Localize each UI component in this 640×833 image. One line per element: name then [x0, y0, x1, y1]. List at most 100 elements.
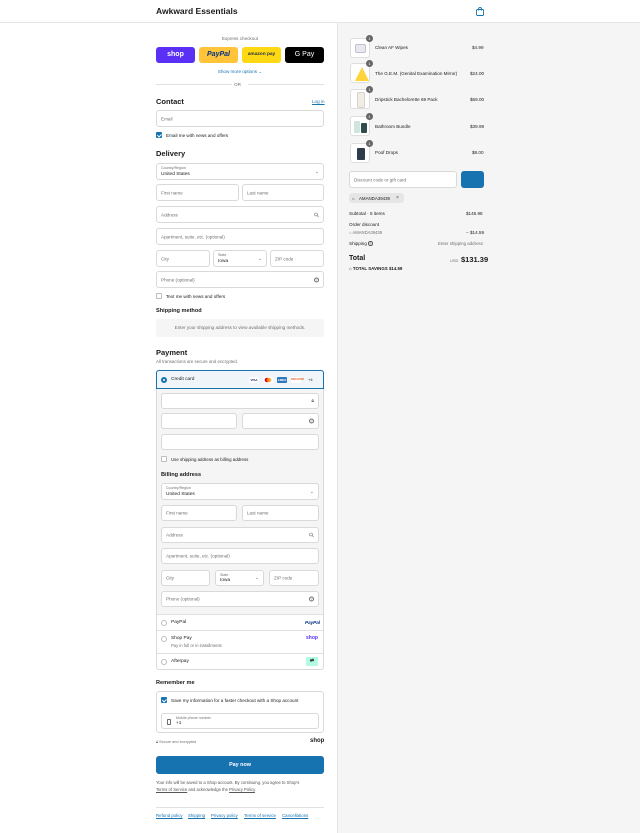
name-on-card-field[interactable]	[161, 434, 319, 450]
expiration-date-field[interactable]	[161, 413, 237, 429]
show-more-options-link[interactable]: Show more options ⌄	[156, 69, 324, 75]
city-field[interactable]: City	[156, 250, 210, 267]
header: Awkward Essentials	[0, 0, 640, 23]
privacy-policy-footer-link[interactable]: Privacy policy	[211, 813, 238, 818]
billing-city-field[interactable]: City	[161, 570, 210, 586]
billing-zip-field[interactable]: ZIP code	[269, 570, 319, 586]
city-placeholder: City	[161, 256, 169, 261]
discount-code-field[interactable]: Discount code or gift card	[349, 171, 457, 188]
state-select[interactable]: State Iowa ⌄	[213, 250, 267, 267]
billing-state-value: Iowa	[220, 578, 231, 583]
phone-icon	[167, 719, 171, 725]
item-price: $4.99	[472, 45, 484, 50]
shop-logo-icon: shop	[310, 738, 325, 744]
item-quantity-badge: 1	[366, 86, 373, 93]
mastercard-icon	[263, 377, 273, 383]
use-shipping-address-checkbox[interactable]	[161, 456, 167, 462]
help-icon[interactable]: ?	[309, 596, 314, 602]
item-quantity-badge: 1	[366, 35, 373, 42]
billing-phone-placeholder: Phone (optional)	[166, 596, 200, 602]
email-news-checkbox[interactable]	[156, 132, 162, 138]
shopping-bag-icon[interactable]	[476, 7, 484, 16]
remember-me-title: Remember me	[156, 680, 195, 686]
pay-now-button[interactable]: Pay now	[156, 756, 324, 774]
store-brand[interactable]: Awkward Essentials	[156, 6, 238, 16]
zip-field[interactable]: ZIP code	[270, 250, 324, 267]
mobile-phone-field[interactable]: Mobile phone number +1	[161, 713, 319, 729]
card-number-field[interactable]: 🔒︎	[161, 393, 319, 409]
terms-of-service-link[interactable]: Terms of Service	[156, 787, 187, 792]
chevron-down-icon: ⌄	[314, 168, 319, 175]
shipping-method-notice: Enter your shipping address to view avai…	[174, 325, 306, 330]
subtotal-label: Subtotal · 5 items	[349, 211, 385, 216]
chevron-down-icon: ⌄	[309, 488, 314, 495]
express-checkout-title: Express checkout	[221, 36, 259, 41]
billing-address-field[interactable]: Address	[161, 527, 319, 543]
refund-policy-link[interactable]: Refund policy	[156, 813, 183, 818]
applied-discount-tag: ⌂ AMANDA39439 ×	[349, 193, 404, 203]
legal-text-part2: and acknowledge the	[188, 786, 228, 792]
help-icon[interactable]: ?	[368, 241, 373, 246]
billing-zip-placeholder: ZIP code	[274, 575, 293, 581]
credit-card-radio[interactable]	[161, 376, 167, 383]
last-name-field[interactable]: Last name	[242, 184, 324, 201]
shop-pay-option[interactable]: Shop Pay Pay in full or in installments …	[157, 631, 323, 653]
discount-code-placeholder: Discount code or gift card	[354, 177, 407, 182]
amazon-pay-express-button[interactable]: amazon pay	[242, 47, 281, 63]
billing-phone-field[interactable]: Phone (optional) ?	[161, 591, 319, 607]
first-name-field[interactable]: First name	[156, 184, 239, 201]
privacy-policy-link[interactable]: Privacy Policy	[229, 787, 255, 792]
login-link[interactable]: Log in	[312, 99, 325, 104]
close-icon[interactable]: ×	[396, 195, 399, 201]
billing-first-name-placeholder: First name	[166, 510, 188, 516]
shop-pay-express-button[interactable]: shop	[156, 47, 195, 63]
address-field[interactable]: Address	[156, 206, 324, 223]
paypal-option[interactable]: PayPal PayPal	[157, 615, 323, 630]
security-code-field[interactable]: ?	[242, 413, 319, 429]
shipping-policy-link[interactable]: Shipping	[188, 813, 205, 818]
phone-field[interactable]: Phone (optional) ?	[156, 271, 324, 288]
save-info-checkbox[interactable]	[161, 697, 167, 703]
apply-discount-button[interactable]	[461, 171, 484, 188]
amex-icon: AMEX	[277, 377, 287, 383]
last-name-placeholder: Last name	[247, 190, 269, 195]
subtotal-value: $145.98	[466, 211, 483, 216]
payment-subtitle: All transactions are secure and encrypte…	[156, 359, 239, 364]
address-placeholder: Address	[161, 212, 178, 217]
item-name: The G.E.M. (Genital Examination Mirror)	[375, 71, 458, 76]
credit-card-option[interactable]: Credit card VISA AMEX DISCOVER +4	[156, 370, 324, 389]
billing-state-label: State	[220, 573, 229, 577]
chevron-down-icon: ⌄	[254, 575, 259, 581]
item-name: Poof Drops	[375, 150, 398, 155]
terms-of-service-footer-link[interactable]: Terms of service	[244, 813, 276, 818]
afterpay-radio[interactable]	[161, 658, 167, 665]
shop-pay-radio[interactable]	[161, 635, 167, 642]
cancellations-link[interactable]: Cancellations	[282, 813, 308, 818]
item-price: $69.00	[470, 97, 485, 102]
country-select[interactable]: Country/Region United States ⌄	[156, 163, 324, 180]
help-icon[interactable]: ?	[309, 418, 314, 424]
billing-apartment-field[interactable]: Apartment, suite, etc. (optional)	[161, 548, 319, 564]
item-name: Dripstick Bachelorette 69 Pack	[375, 97, 438, 102]
save-info-label: Save my information for a faster checkou…	[171, 697, 299, 703]
billing-last-name-field[interactable]: Last name	[242, 505, 319, 521]
shipping-value: Enter shipping address	[438, 241, 483, 246]
legal-text-end: .	[254, 786, 257, 792]
paypal-radio[interactable]	[161, 619, 167, 626]
email-field[interactable]: Email	[156, 110, 324, 127]
first-name-placeholder: First name	[161, 190, 183, 195]
item-quantity-badge: 1	[366, 140, 373, 147]
google-pay-express-button[interactable]: G Pay	[285, 47, 324, 63]
billing-state-select[interactable]: State Iowa ⌄	[215, 570, 264, 586]
apartment-field[interactable]: Apartment, suite, etc. (optional)	[156, 228, 324, 245]
paypal-express-button[interactable]: PayPal	[199, 47, 238, 63]
payment-title: Payment	[156, 348, 188, 357]
state-label: State	[218, 253, 227, 257]
billing-last-name-placeholder: Last name	[247, 510, 269, 516]
apartment-placeholder: Apartment, suite, etc. (optional)	[161, 234, 225, 239]
afterpay-option[interactable]: Afterpay ⇄	[157, 654, 323, 669]
help-icon[interactable]: ?	[314, 277, 319, 282]
billing-first-name-field[interactable]: First name	[161, 505, 237, 521]
text-news-checkbox[interactable]	[156, 293, 162, 299]
billing-country-select[interactable]: Country/Region United States ⌄	[161, 483, 319, 500]
